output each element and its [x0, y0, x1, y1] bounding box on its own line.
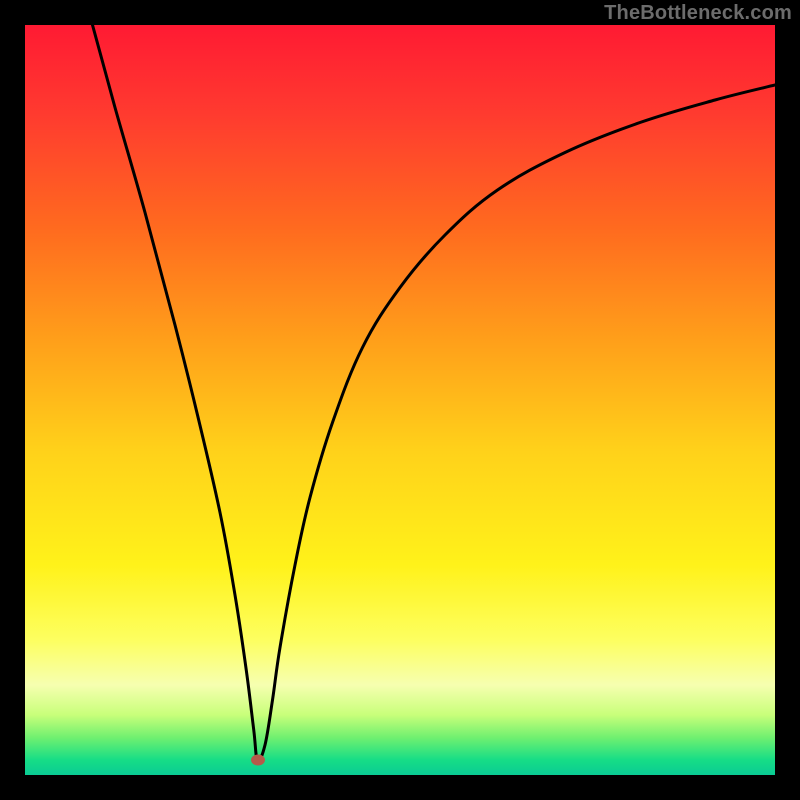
chart-frame: TheBottleneck.com — [0, 0, 800, 800]
curve-svg — [25, 25, 775, 775]
watermark-label: TheBottleneck.com — [604, 2, 792, 25]
min-point-marker — [251, 755, 265, 766]
bottleneck-curve-path — [93, 25, 776, 761]
plot-area — [25, 25, 775, 775]
